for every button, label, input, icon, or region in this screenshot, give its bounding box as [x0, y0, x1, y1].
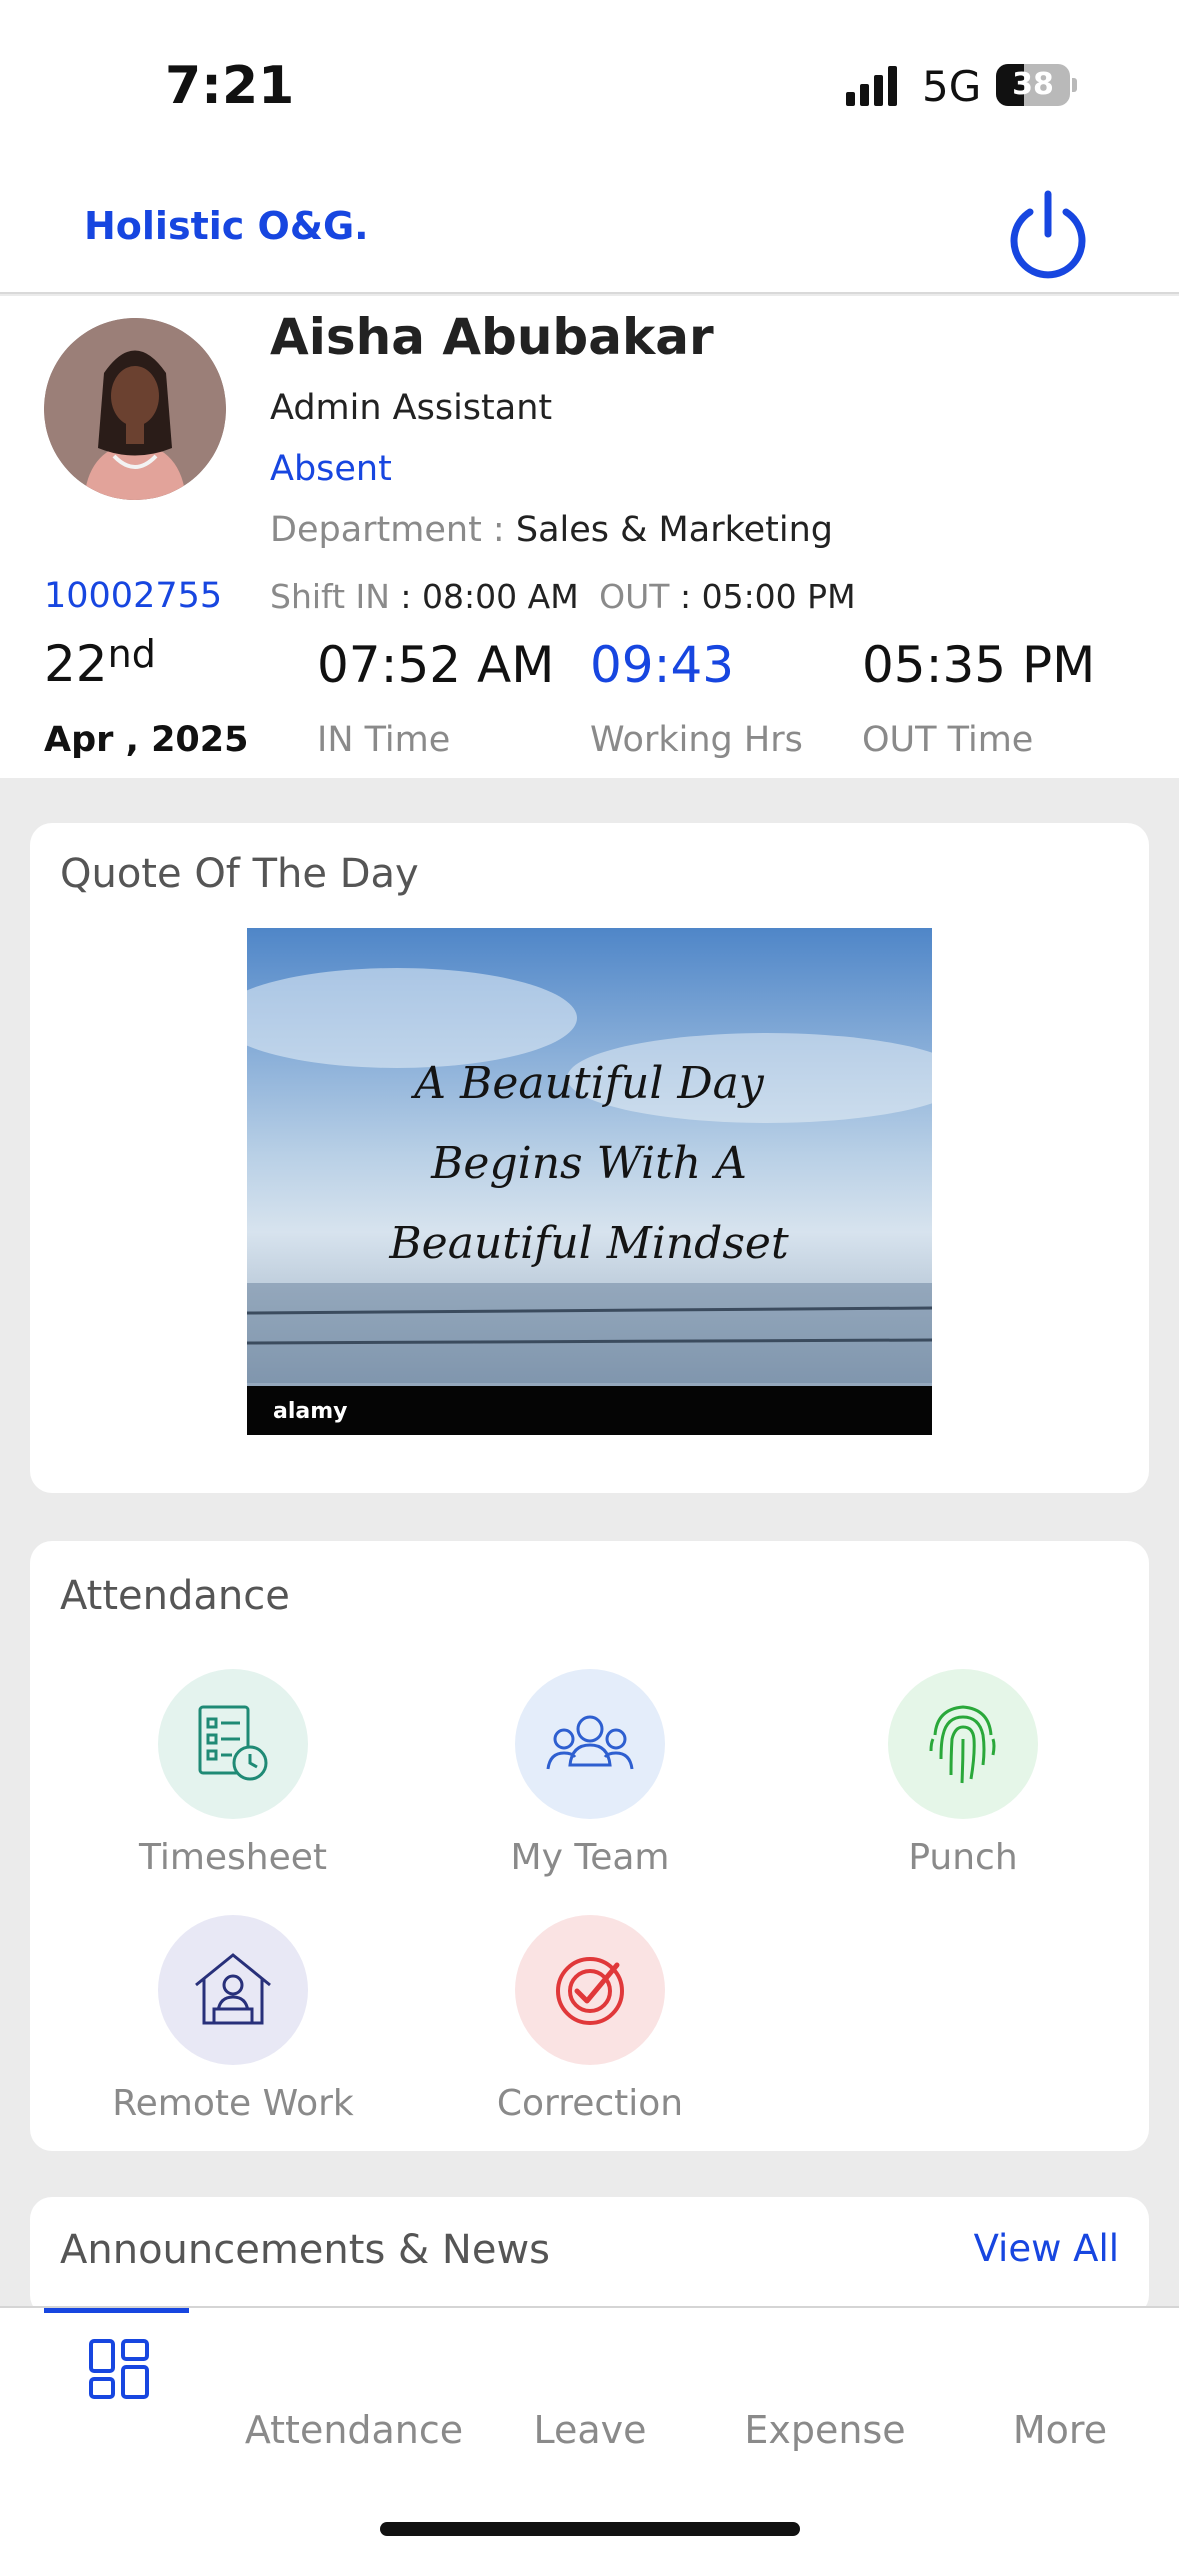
nav-expense[interactable]: Expense — [720, 2408, 930, 2452]
shift-line: Shift IN : 08:00 AM OUT : 05:00 PM — [270, 577, 856, 616]
correction-tile[interactable]: Correction — [440, 1915, 740, 2135]
active-tab-indicator — [44, 2308, 189, 2313]
out-time-value: 05:35 PM — [862, 636, 1096, 694]
department-label: Department : — [270, 510, 505, 550]
remote-work-icon — [195, 1953, 271, 2025]
network-type: 5G — [922, 62, 982, 111]
attendance-card: Attendance Timesheet My Team Punch Remot… — [30, 1541, 1149, 2151]
battery-icon: 38 — [996, 64, 1077, 106]
timesheet-icon — [198, 1705, 268, 1781]
view-all-link[interactable]: View All — [974, 2227, 1119, 2270]
attendance-status: Absent — [270, 449, 392, 489]
correction-label: Correction — [496, 2083, 684, 2124]
quote-card: Quote Of The Day A Beautiful Day Begins … — [30, 823, 1149, 1493]
quote-card-title: Quote Of The Day — [60, 851, 419, 897]
quote-watermark: alamy — [273, 1399, 348, 1424]
status-bar: 7:21 5G 38 — [0, 0, 1179, 170]
working-hours-label: Working Hrs — [590, 720, 803, 760]
timesheet-label: Timesheet — [138, 1837, 328, 1878]
punch-tile[interactable]: Punch — [813, 1669, 1113, 1889]
app-header: Holistic O&G. — [0, 170, 1179, 294]
remote-work-label: Remote Work — [112, 2083, 354, 2124]
shift-out-value: : 05:00 PM — [679, 577, 856, 616]
my-team-tile[interactable]: My Team — [440, 1669, 740, 1889]
shift-in-value: : 08:00 AM — [400, 577, 579, 616]
profile-summary: Aisha Abubakar Admin Assistant Absent De… — [0, 296, 1179, 778]
announcements-card: Announcements & News View All — [30, 2197, 1149, 2317]
date-suffix: nd — [107, 632, 156, 676]
department-value: Sales & Marketing — [515, 510, 833, 550]
nav-leave[interactable]: Leave — [500, 2408, 680, 2452]
remote-work-tile[interactable]: Remote Work — [83, 1915, 383, 2135]
department-line: Department : Sales & Marketing — [270, 510, 833, 550]
my-team-label: My Team — [510, 1837, 670, 1878]
working-hours-value: 09:43 — [590, 636, 735, 694]
dashboard-icon[interactable] — [88, 2338, 150, 2400]
date-day: 22nd — [44, 632, 156, 693]
cellular-signal-icon — [846, 66, 897, 106]
nav-attendance[interactable]: Attendance — [244, 2408, 464, 2452]
in-time-label: IN Time — [317, 720, 451, 760]
shift-out-label: OUT — [599, 577, 670, 616]
home-indicator[interactable] — [380, 2522, 800, 2536]
nav-more[interactable]: More — [980, 2408, 1140, 2452]
in-time-value: 07:52 AM — [317, 636, 555, 694]
announcements-title: Announcements & News — [60, 2227, 550, 2273]
status-time: 7:21 — [165, 56, 295, 116]
power-icon[interactable] — [1000, 184, 1096, 280]
date-month-year: Apr , 2025 — [44, 720, 249, 760]
quote-line-2: Begins With A — [430, 1138, 747, 1189]
shift-in-label: Shift IN — [270, 577, 390, 616]
attendance-card-title: Attendance — [60, 1573, 290, 1619]
bottom-nav: Attendance Leave Expense More — [0, 2306, 1179, 2556]
timesheet-tile[interactable]: Timesheet — [83, 1669, 383, 1889]
employee-role: Admin Assistant — [270, 388, 553, 428]
brand-title: Holistic O&G. — [84, 204, 369, 248]
fingerprint-icon — [929, 1705, 996, 1784]
quote-line-1: A Beautiful Day — [410, 1058, 765, 1109]
correction-icon — [556, 1957, 624, 2025]
out-time-label: OUT Time — [862, 720, 1034, 760]
quote-line-3: Beautiful Mindset — [388, 1218, 789, 1269]
battery-level: 38 — [1012, 67, 1054, 102]
avatar[interactable] — [44, 318, 226, 500]
quote-image[interactable]: A Beautiful Day Begins With A Beautiful … — [247, 928, 932, 1435]
employee-name: Aisha Abubakar — [270, 308, 714, 366]
punch-label: Punch — [908, 1837, 1018, 1878]
team-icon — [546, 1715, 634, 1770]
employee-id: 10002755 — [44, 576, 223, 616]
date-day-number: 22 — [44, 635, 108, 693]
